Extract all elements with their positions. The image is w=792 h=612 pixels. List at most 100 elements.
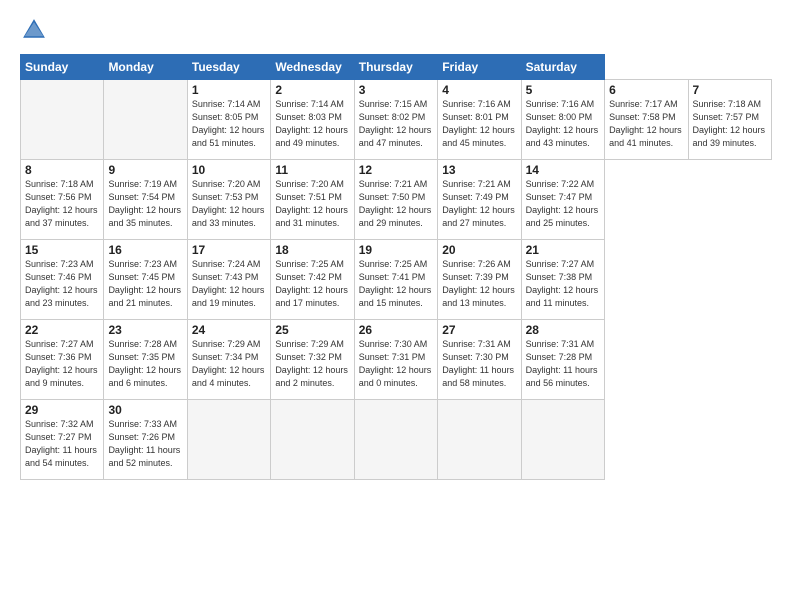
day-info: Sunrise: 7:26 AMSunset: 7:39 PMDaylight:… — [442, 258, 516, 310]
calendar-week-row: 22 Sunrise: 7:27 AMSunset: 7:36 PMDaylig… — [21, 320, 772, 400]
day-info: Sunrise: 7:20 AMSunset: 7:53 PMDaylight:… — [192, 178, 266, 230]
day-number: 15 — [25, 243, 99, 257]
header — [20, 16, 772, 44]
day-number: 27 — [442, 323, 516, 337]
day-number: 28 — [526, 323, 600, 337]
day-number: 26 — [359, 323, 433, 337]
calendar-header-row: SundayMondayTuesdayWednesdayThursdayFrid… — [21, 55, 772, 80]
calendar-cell — [438, 400, 521, 480]
day-info: Sunrise: 7:28 AMSunset: 7:35 PMDaylight:… — [108, 338, 182, 390]
day-number: 10 — [192, 163, 266, 177]
day-number: 4 — [442, 83, 516, 97]
day-info: Sunrise: 7:22 AMSunset: 7:47 PMDaylight:… — [526, 178, 600, 230]
day-info: Sunrise: 7:30 AMSunset: 7:31 PMDaylight:… — [359, 338, 433, 390]
calendar-cell — [21, 80, 104, 160]
calendar-cell: 12 Sunrise: 7:21 AMSunset: 7:50 PMDaylig… — [354, 160, 437, 240]
calendar-cell: 26 Sunrise: 7:30 AMSunset: 7:31 PMDaylig… — [354, 320, 437, 400]
day-info: Sunrise: 7:18 AMSunset: 7:57 PMDaylight:… — [693, 98, 768, 150]
day-info: Sunrise: 7:23 AMSunset: 7:46 PMDaylight:… — [25, 258, 99, 310]
day-info: Sunrise: 7:32 AMSunset: 7:27 PMDaylight:… — [25, 418, 99, 470]
calendar-cell: 19 Sunrise: 7:25 AMSunset: 7:41 PMDaylig… — [354, 240, 437, 320]
calendar-cell: 17 Sunrise: 7:24 AMSunset: 7:43 PMDaylig… — [187, 240, 270, 320]
day-info: Sunrise: 7:19 AMSunset: 7:54 PMDaylight:… — [108, 178, 182, 230]
weekday-header: Tuesday — [187, 55, 270, 80]
day-info: Sunrise: 7:14 AMSunset: 8:03 PMDaylight:… — [275, 98, 349, 150]
calendar-cell: 11 Sunrise: 7:20 AMSunset: 7:51 PMDaylig… — [271, 160, 354, 240]
calendar-cell: 5 Sunrise: 7:16 AMSunset: 8:00 PMDayligh… — [521, 80, 604, 160]
day-info: Sunrise: 7:31 AMSunset: 7:30 PMDaylight:… — [442, 338, 516, 390]
day-info: Sunrise: 7:23 AMSunset: 7:45 PMDaylight:… — [108, 258, 182, 310]
weekday-header: Sunday — [21, 55, 104, 80]
day-number: 18 — [275, 243, 349, 257]
calendar-cell — [187, 400, 270, 480]
day-info: Sunrise: 7:20 AMSunset: 7:51 PMDaylight:… — [275, 178, 349, 230]
day-number: 23 — [108, 323, 182, 337]
day-number: 16 — [108, 243, 182, 257]
day-number: 1 — [192, 83, 266, 97]
calendar-week-row: 1 Sunrise: 7:14 AMSunset: 8:05 PMDayligh… — [21, 80, 772, 160]
day-info: Sunrise: 7:25 AMSunset: 7:41 PMDaylight:… — [359, 258, 433, 310]
day-info: Sunrise: 7:29 AMSunset: 7:32 PMDaylight:… — [275, 338, 349, 390]
weekday-header: Monday — [104, 55, 187, 80]
day-info: Sunrise: 7:16 AMSunset: 8:00 PMDaylight:… — [526, 98, 600, 150]
day-number: 29 — [25, 403, 99, 417]
day-number: 9 — [108, 163, 182, 177]
day-number: 25 — [275, 323, 349, 337]
calendar-week-row: 29 Sunrise: 7:32 AMSunset: 7:27 PMDaylig… — [21, 400, 772, 480]
calendar-cell: 3 Sunrise: 7:15 AMSunset: 8:02 PMDayligh… — [354, 80, 437, 160]
day-info: Sunrise: 7:21 AMSunset: 7:49 PMDaylight:… — [442, 178, 516, 230]
calendar-cell: 4 Sunrise: 7:16 AMSunset: 8:01 PMDayligh… — [438, 80, 521, 160]
calendar-cell: 1 Sunrise: 7:14 AMSunset: 8:05 PMDayligh… — [187, 80, 270, 160]
calendar-cell: 10 Sunrise: 7:20 AMSunset: 7:53 PMDaylig… — [187, 160, 270, 240]
day-info: Sunrise: 7:27 AMSunset: 7:36 PMDaylight:… — [25, 338, 99, 390]
calendar-week-row: 15 Sunrise: 7:23 AMSunset: 7:46 PMDaylig… — [21, 240, 772, 320]
weekday-header: Thursday — [354, 55, 437, 80]
calendar-cell: 2 Sunrise: 7:14 AMSunset: 8:03 PMDayligh… — [271, 80, 354, 160]
weekday-header: Friday — [438, 55, 521, 80]
calendar-cell — [271, 400, 354, 480]
day-info: Sunrise: 7:33 AMSunset: 7:26 PMDaylight:… — [108, 418, 182, 470]
calendar-cell: 7 Sunrise: 7:18 AMSunset: 7:57 PMDayligh… — [688, 80, 772, 160]
calendar-cell: 25 Sunrise: 7:29 AMSunset: 7:32 PMDaylig… — [271, 320, 354, 400]
logo-icon — [20, 16, 48, 44]
day-number: 12 — [359, 163, 433, 177]
calendar-cell — [521, 400, 604, 480]
calendar-cell: 20 Sunrise: 7:26 AMSunset: 7:39 PMDaylig… — [438, 240, 521, 320]
day-number: 30 — [108, 403, 182, 417]
day-info: Sunrise: 7:25 AMSunset: 7:42 PMDaylight:… — [275, 258, 349, 310]
calendar-cell: 15 Sunrise: 7:23 AMSunset: 7:46 PMDaylig… — [21, 240, 104, 320]
day-number: 17 — [192, 243, 266, 257]
calendar-cell: 22 Sunrise: 7:27 AMSunset: 7:36 PMDaylig… — [21, 320, 104, 400]
calendar-cell: 16 Sunrise: 7:23 AMSunset: 7:45 PMDaylig… — [104, 240, 187, 320]
day-info: Sunrise: 7:17 AMSunset: 7:58 PMDaylight:… — [609, 98, 683, 150]
calendar-cell — [104, 80, 187, 160]
day-number: 13 — [442, 163, 516, 177]
calendar-cell — [354, 400, 437, 480]
calendar-cell: 24 Sunrise: 7:29 AMSunset: 7:34 PMDaylig… — [187, 320, 270, 400]
day-info: Sunrise: 7:24 AMSunset: 7:43 PMDaylight:… — [192, 258, 266, 310]
day-info: Sunrise: 7:16 AMSunset: 8:01 PMDaylight:… — [442, 98, 516, 150]
day-number: 6 — [609, 83, 683, 97]
day-number: 14 — [526, 163, 600, 177]
calendar-cell: 29 Sunrise: 7:32 AMSunset: 7:27 PMDaylig… — [21, 400, 104, 480]
day-info: Sunrise: 7:21 AMSunset: 7:50 PMDaylight:… — [359, 178, 433, 230]
calendar-cell: 6 Sunrise: 7:17 AMSunset: 7:58 PMDayligh… — [605, 80, 688, 160]
calendar-cell: 27 Sunrise: 7:31 AMSunset: 7:30 PMDaylig… — [438, 320, 521, 400]
day-info: Sunrise: 7:29 AMSunset: 7:34 PMDaylight:… — [192, 338, 266, 390]
weekday-header: Saturday — [521, 55, 604, 80]
calendar-cell: 18 Sunrise: 7:25 AMSunset: 7:42 PMDaylig… — [271, 240, 354, 320]
day-number: 22 — [25, 323, 99, 337]
calendar-cell: 30 Sunrise: 7:33 AMSunset: 7:26 PMDaylig… — [104, 400, 187, 480]
day-info: Sunrise: 7:31 AMSunset: 7:28 PMDaylight:… — [526, 338, 600, 390]
calendar-cell: 23 Sunrise: 7:28 AMSunset: 7:35 PMDaylig… — [104, 320, 187, 400]
day-info: Sunrise: 7:18 AMSunset: 7:56 PMDaylight:… — [25, 178, 99, 230]
calendar-cell: 14 Sunrise: 7:22 AMSunset: 7:47 PMDaylig… — [521, 160, 604, 240]
logo — [20, 16, 52, 44]
day-number: 5 — [526, 83, 600, 97]
calendar-cell: 9 Sunrise: 7:19 AMSunset: 7:54 PMDayligh… — [104, 160, 187, 240]
day-number: 2 — [275, 83, 349, 97]
calendar-cell: 21 Sunrise: 7:27 AMSunset: 7:38 PMDaylig… — [521, 240, 604, 320]
day-number: 20 — [442, 243, 516, 257]
page: SundayMondayTuesdayWednesdayThursdayFrid… — [0, 0, 792, 612]
day-number: 8 — [25, 163, 99, 177]
